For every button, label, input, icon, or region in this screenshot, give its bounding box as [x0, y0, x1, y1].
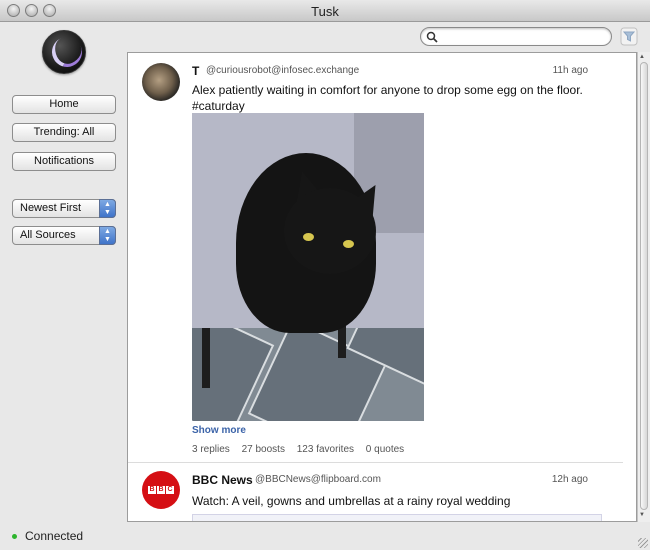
search-input[interactable]: [441, 29, 606, 44]
window-titlebar: Tusk: [0, 0, 650, 22]
trending-button[interactable]: Trending: All: [12, 123, 116, 142]
bbc-news-avatar[interactable]: B B C: [142, 471, 180, 509]
bbc-logo-letter: B: [157, 486, 165, 494]
sort-order-select[interactable]: Newest First ▲ ▼: [12, 199, 116, 218]
popup-arrows-icon: ▲ ▼: [99, 199, 116, 218]
home-button[interactable]: Home: [12, 95, 116, 114]
timeline-post[interactable]: B B C BBC News @BBCNews@flipboard.com 12…: [128, 463, 623, 521]
boosts-count[interactable]: 27 boosts: [242, 444, 285, 455]
scroll-up-icon[interactable]: ▲: [639, 54, 645, 60]
author-name[interactable]: T: [192, 64, 199, 78]
replies-count[interactable]: 3 replies: [192, 444, 230, 455]
sidebar: Home Trending: All Notifications Newest …: [0, 22, 127, 550]
sort-order-value: Newest First: [20, 202, 82, 214]
timeline-post[interactable]: T @curiousrobot@infosec.exchange 11h ago…: [128, 53, 623, 462]
status-text: Connected: [25, 529, 84, 543]
bbc-logo-letter: B: [148, 486, 156, 494]
favorites-count[interactable]: 123 favorites: [297, 444, 354, 455]
user-avatar[interactable]: [142, 63, 180, 101]
search-field[interactable]: [420, 27, 612, 46]
popup-arrows-icon: ▲ ▼: [99, 226, 116, 245]
post-text: Alex patiently waiting in comfort for an…: [192, 83, 583, 113]
scroll-down-icon[interactable]: ▼: [639, 512, 645, 518]
cat-photo[interactable]: [192, 113, 424, 421]
tusk-logo-icon: [42, 30, 86, 74]
bbc-logo-letter: C: [166, 486, 174, 494]
post-text: Watch: A veil, gowns and umbrellas at a …: [192, 494, 511, 508]
window-title: Tusk: [311, 4, 339, 19]
scroll-thumb[interactable]: [640, 62, 648, 510]
post-time: 11h ago: [552, 65, 588, 76]
connection-status: Connected: [12, 529, 83, 543]
link-preview-card[interactable]: [192, 514, 602, 521]
source-value: All Sources: [20, 229, 76, 241]
show-more-link[interactable]: Show more: [192, 425, 246, 436]
author-name[interactable]: BBC News: [192, 473, 253, 487]
timeline-scrollbar[interactable]: ▲ ▼: [637, 52, 650, 522]
author-handle[interactable]: @BBCNews@flipboard.com: [255, 474, 381, 485]
source-select[interactable]: All Sources ▲ ▼: [12, 226, 116, 245]
author-handle[interactable]: @curiousrobot@infosec.exchange: [206, 65, 359, 76]
resize-grip-icon[interactable]: [638, 538, 648, 548]
notifications-button[interactable]: Notifications: [12, 152, 116, 171]
quotes-count[interactable]: 0 quotes: [366, 444, 404, 455]
search-icon: [426, 31, 438, 43]
filter-funnel-icon[interactable]: [620, 27, 638, 46]
connected-status-icon: [12, 534, 17, 540]
post-time: 12h ago: [551, 474, 588, 485]
post-stats: 3 replies 27 boosts 123 favorites 0 quot…: [192, 444, 413, 455]
timeline-panel: T @curiousrobot@infosec.exchange 11h ago…: [127, 52, 637, 522]
